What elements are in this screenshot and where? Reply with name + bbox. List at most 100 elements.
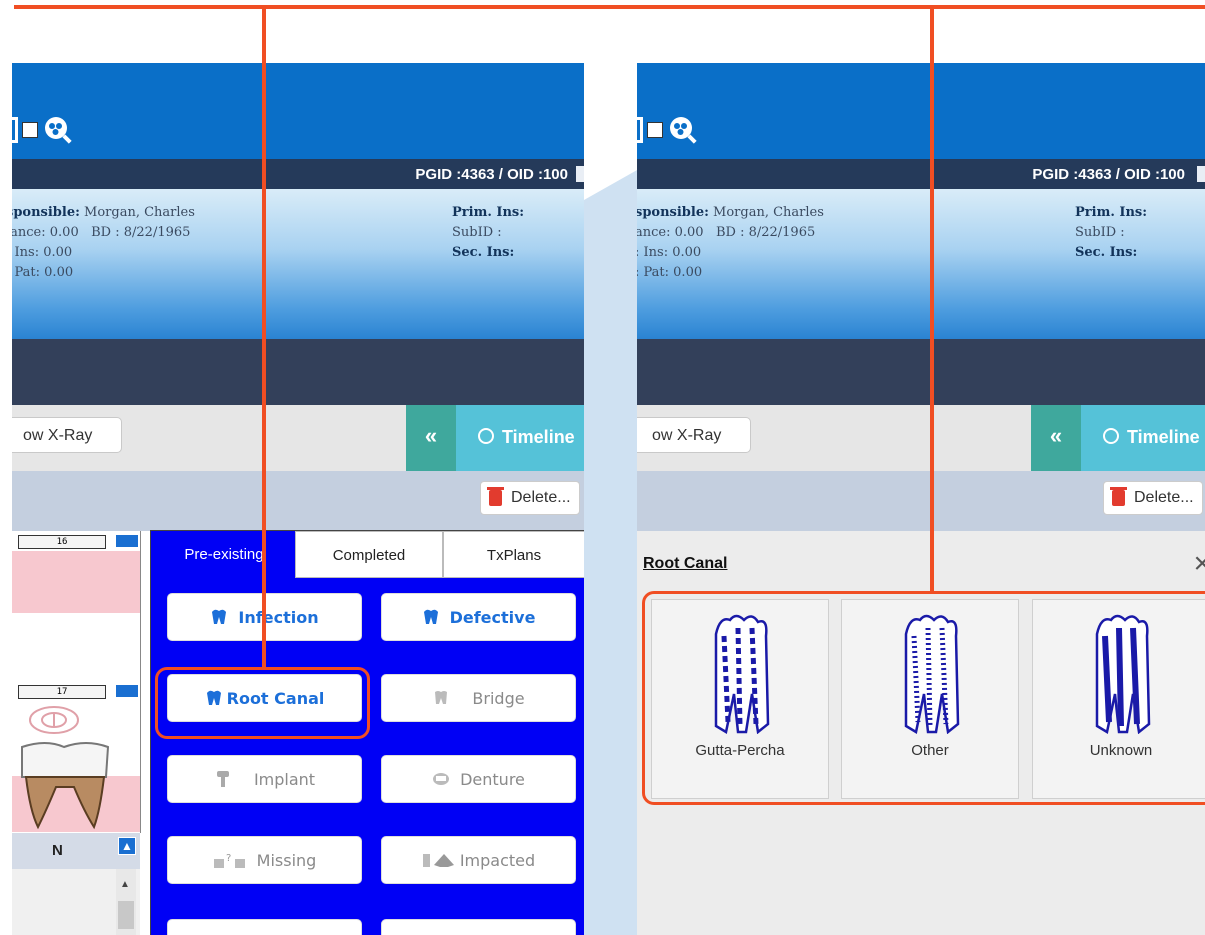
prim-ins-label: Prim. Ins: (452, 205, 524, 220)
action-row: ow X-Ray « Timeline (12, 405, 584, 471)
prim-ins-label: Prim. Ins: (1075, 205, 1147, 220)
delete-button[interactable]: Delete... (1103, 481, 1203, 515)
tooth-number-17[interactable]: 17 (18, 685, 106, 699)
sec-ins-text: Sec. Ins: (452, 245, 515, 260)
callout-line-left (262, 5, 266, 670)
top-bar (12, 63, 584, 103)
frame-icon[interactable] (12, 117, 18, 143)
sec-ins-text: Sec. Ins: (1075, 245, 1138, 260)
connector-wedge (584, 170, 637, 935)
scroll-up-icon[interactable]: ▲ (120, 879, 130, 890)
timeline-button[interactable]: Timeline (1081, 405, 1205, 471)
tab-pre-existing[interactable]: Pre-existing (153, 531, 295, 578)
birthdate-label: BD : 8/22/1965 (715, 225, 816, 240)
patient-search-icon[interactable] (667, 115, 697, 145)
dark-band (637, 339, 1205, 405)
scroll-thumb[interactable] (118, 901, 134, 929)
impacted-label: Impacted (459, 851, 536, 870)
implant-icon (216, 771, 229, 787)
patient-id-bar: PGID :4363 / OID :100 (637, 159, 1205, 189)
sec-ins-label: Sec. Ins: (1075, 245, 1137, 260)
implant-label: Implant (253, 770, 316, 789)
delete-label: Delete... (1134, 489, 1194, 506)
pat-row: : Pat: 0.00 (637, 265, 703, 280)
dark-band (12, 339, 584, 405)
balance-row: lance: 0.00 BD : 8/22/1965 (12, 225, 190, 240)
delete-label: Delete... (511, 489, 571, 506)
close-icon[interactable]: × (1193, 547, 1205, 581)
denture-label: Denture (460, 770, 525, 789)
bridge-icon (435, 691, 448, 704)
responsible-row: sponsible: Morgan, Charles (637, 205, 824, 220)
tooth-number-16[interactable]: 16 (18, 535, 106, 549)
tooth-16-area[interactable] (12, 551, 140, 613)
tooth-icon (212, 609, 227, 624)
timeline-label: Timeline (1127, 427, 1200, 447)
balance-label: lance: 0.00 (12, 225, 79, 240)
top-bar (637, 63, 1205, 103)
print-icon[interactable] (576, 166, 584, 182)
toolbar-icons (12, 115, 72, 145)
root-canal-highlight (155, 667, 370, 739)
collapse-button[interactable]: « (406, 405, 456, 471)
ins-row: : Ins: 0.00 (12, 245, 73, 260)
missing-button[interactable]: ? Missing (167, 836, 362, 884)
responsible-value: Morgan, Charles (713, 205, 824, 220)
bridge-label: Bridge (472, 689, 525, 708)
balance-row: ance: 0.00 BD : 8/22/1965 (637, 225, 815, 240)
pat-row: : Pat: 0.00 (12, 265, 74, 280)
impacted-button[interactable]: Impacted (381, 836, 576, 884)
patient-info: sponsible: Morgan, Charles ance: 0.00 BD… (637, 189, 1205, 339)
tooth-17-flag[interactable] (116, 685, 138, 697)
show-xray-button[interactable]: ow X-Ray (637, 417, 751, 453)
subid-label: SubID : (452, 225, 502, 240)
collapse-button[interactable]: « (1031, 405, 1081, 471)
delete-button[interactable]: Delete... (480, 481, 580, 515)
clock-icon (1103, 428, 1119, 444)
pgid-oid-label: PGID :4363 / OID :100 (415, 166, 568, 183)
defective-button[interactable]: Defective (381, 593, 576, 641)
ins-row: : Ins: 0.00 (637, 245, 702, 260)
balance-label: ance: 0.00 (637, 225, 704, 240)
checkbox[interactable] (22, 122, 38, 138)
column-n-label: N (52, 842, 63, 859)
tooth-16-flag[interactable] (116, 535, 138, 547)
checkbox[interactable] (647, 122, 663, 138)
molar-icon (21, 742, 110, 830)
patient-info: sponsible: Morgan, Charles lance: 0.00 B… (12, 189, 584, 339)
missing-icon: ? (213, 853, 245, 868)
show-xray-button[interactable]: ow X-Ray (12, 417, 122, 453)
birthdate-label: BD : 8/22/1965 (91, 225, 191, 240)
implant-button[interactable]: Implant (167, 755, 362, 803)
option-button-partial-2[interactable] (381, 919, 576, 935)
frame-icon[interactable] (637, 117, 643, 143)
bridge-button[interactable]: Bridge (381, 674, 576, 722)
column-header-n: N ▲ (12, 833, 140, 869)
responsible-label: sponsible: (637, 205, 709, 220)
denture-button[interactable]: Denture (381, 755, 576, 803)
occlusal-icon (29, 706, 79, 734)
timeline-button[interactable]: Timeline (456, 405, 584, 471)
table-scroll-area[interactable]: ▲ (12, 869, 140, 935)
prim-ins-text: Prim. Ins: (1075, 205, 1148, 220)
pgid-oid-label: PGID :4363 / OID :100 (1032, 166, 1185, 183)
left-panel: PGID :4363 / OID :100 sponsible: Morgan,… (12, 63, 584, 935)
subid-label: SubID : (1075, 225, 1125, 240)
tab-completed[interactable]: Completed (295, 531, 443, 578)
responsible-value: Morgan, Charles (84, 205, 195, 220)
options-highlight (642, 591, 1205, 805)
sort-up-icon[interactable]: ▲ (118, 837, 136, 855)
trash-icon (487, 487, 504, 506)
tab-txplans[interactable]: TxPlans (443, 531, 584, 578)
impacted-icon (422, 854, 454, 867)
sec-ins-label: Sec. Ins: (452, 245, 514, 260)
responsible-label: sponsible: (12, 205, 80, 220)
clock-icon (478, 428, 494, 444)
tooth-icon (423, 609, 438, 624)
timeline-label: Timeline (502, 427, 575, 447)
tooth-chart: 16 17 (12, 531, 141, 833)
patient-search-icon[interactable] (42, 115, 72, 145)
print-icon[interactable] (1197, 166, 1205, 182)
toolbar (637, 103, 1205, 159)
option-button-partial[interactable] (167, 919, 362, 935)
